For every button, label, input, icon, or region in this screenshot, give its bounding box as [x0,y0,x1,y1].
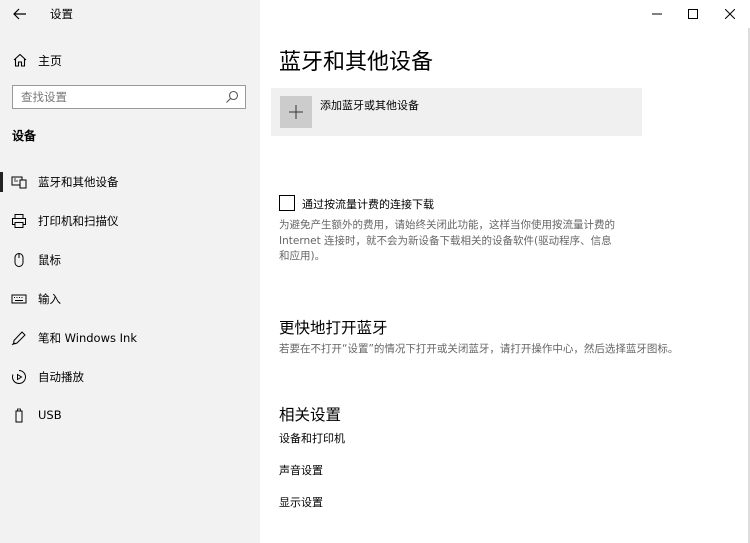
home-icon [12,52,28,68]
sidebar-item-pen[interactable]: 笔和 Windows Ink [0,322,260,354]
sidebar-item-typing[interactable]: 输入 [0,283,260,315]
quick-bluetooth-description: 若要在不打开“设置”的情况下打开或关闭蓝牙，请打开操作中心，然后选择蓝牙图标。 [279,343,679,355]
sidebar-item-usb[interactable]: USB [0,400,260,432]
search-box[interactable] [12,85,246,109]
sidebar-item-label: 主页 [38,54,63,68]
search-icon[interactable] [225,90,239,104]
back-button[interactable] [11,5,29,23]
related-settings-heading: 相关设置 [279,406,342,424]
search-input[interactable] [21,88,221,106]
usb-icon [11,408,27,424]
sidebar-item-mouse[interactable]: 鼠标 [0,244,260,276]
sidebar-item-printers[interactable]: 打印机和扫描仪 [0,205,260,237]
display-settings-link[interactable]: 显示设置 [279,494,323,510]
sidebar-item-label: 打印机和扫描仪 [38,214,119,228]
metered-description-line-1: 为避免产生额外的费用，请始终关闭此功能，这样当你使用按流量计费的 [279,219,615,231]
sidebar: 设置 主页 设备 蓝牙和其他设备 [0,0,260,543]
add-device-label: 添加蓝牙或其他设备 [320,99,419,112]
plus-icon [280,96,312,128]
sidebar-item-label: 蓝牙和其他设备 [38,175,119,189]
sidebar-item-label: USB [38,408,62,422]
sidebar-item-label: 笔和 Windows Ink [38,331,137,345]
sidebar-item-label: 输入 [38,292,61,306]
quick-bluetooth-heading: 更快地打开蓝牙 [279,319,388,337]
active-indicator [0,172,3,192]
sidebar-item-label: 鼠标 [38,253,61,267]
sound-settings-link[interactable]: 声音设置 [279,462,323,478]
main-content: 蓝牙和其他设备 添加蓝牙或其他设备 通过按流量计费的连接下载 为避免产生额外的费… [260,0,750,543]
sidebar-section-title: 设备 [12,129,37,143]
back-arrow-icon [13,8,26,20]
metered-download-checkbox[interactable] [279,195,295,211]
keyboard-icon [11,291,27,307]
sidebar-item-home[interactable]: 主页 [0,46,260,74]
sidebar-item-bluetooth[interactable]: 蓝牙和其他设备 [0,166,260,198]
printer-icon [11,213,27,229]
devices-printers-link[interactable]: 设备和打印机 [279,430,345,446]
metered-description-line-3: 和应用)。 [279,250,326,262]
sidebar-item-autoplay[interactable]: 自动播放 [0,361,260,393]
window-title: 设置 [50,7,73,21]
sidebar-item-label: 自动播放 [38,370,84,384]
bluetooth-devices-icon [11,174,27,190]
autoplay-icon [11,369,27,385]
metered-download-label: 通过按流量计费的连接下载 [302,198,434,211]
page-title: 蓝牙和其他设备 [279,50,434,75]
pen-icon [11,330,27,346]
metered-description-line-2: Internet 连接时，就不会为新设备下载相关的设备软件(驱动程序、信息 [279,235,612,247]
mouse-icon [11,252,27,268]
add-device-button[interactable]: 添加蓝牙或其他设备 [271,88,642,136]
